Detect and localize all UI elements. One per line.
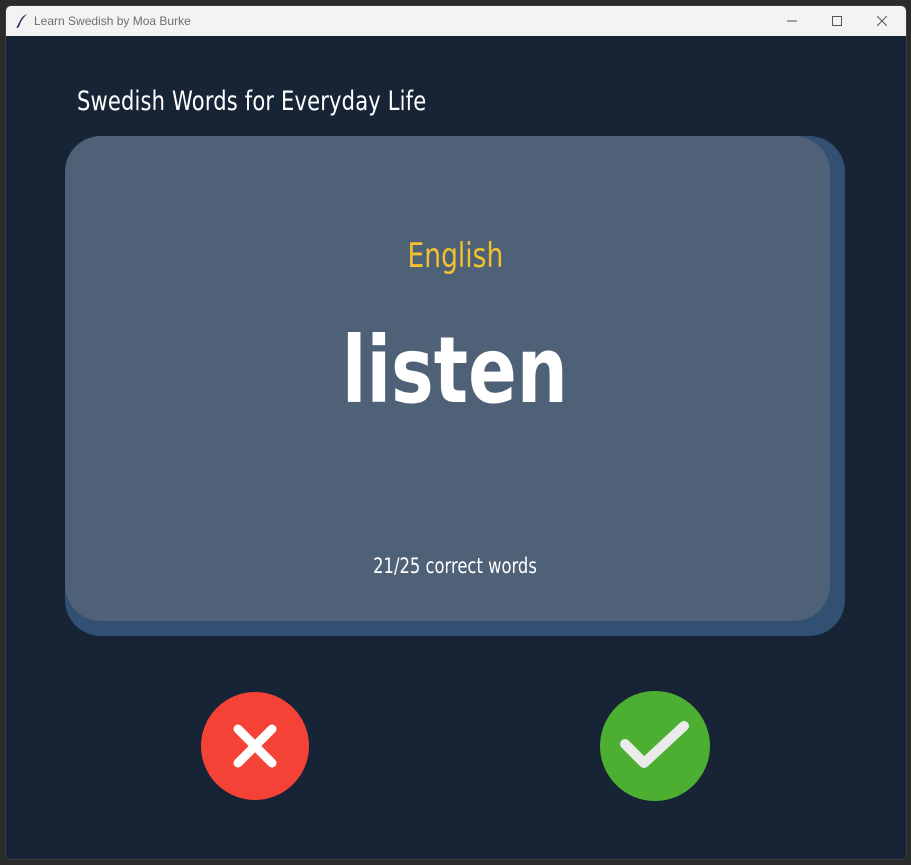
flashcard[interactable]: English listen 21/25 correct words (65, 136, 830, 621)
maximize-button[interactable] (814, 6, 860, 36)
language-label: English (65, 236, 845, 276)
minimize-button[interactable] (769, 6, 815, 36)
page-title: Swedish Words for Everyday Life (77, 86, 427, 117)
window-title: Learn Swedish by Moa Burke (34, 14, 191, 28)
right-button[interactable] (600, 691, 710, 801)
flashcard-word: listen (65, 306, 845, 436)
score-counter: 21/25 correct words (65, 554, 845, 578)
close-button[interactable] (859, 6, 905, 36)
x-mark-icon (201, 692, 309, 800)
feather-icon (16, 14, 27, 29)
close-icon (877, 16, 887, 26)
title-bar[interactable]: Learn Swedish by Moa Burke (6, 6, 906, 36)
flashcard-word-text: listen (342, 317, 568, 424)
app-window: Learn Swedish by Moa Burke Swedish Words… (5, 5, 907, 860)
minimize-icon (787, 20, 797, 22)
score-counter-text: 21/25 correct words (373, 554, 537, 578)
language-label-text: English (407, 236, 503, 276)
check-mark-icon (600, 691, 710, 801)
wrong-button[interactable] (201, 692, 309, 800)
maximize-icon (832, 16, 842, 26)
